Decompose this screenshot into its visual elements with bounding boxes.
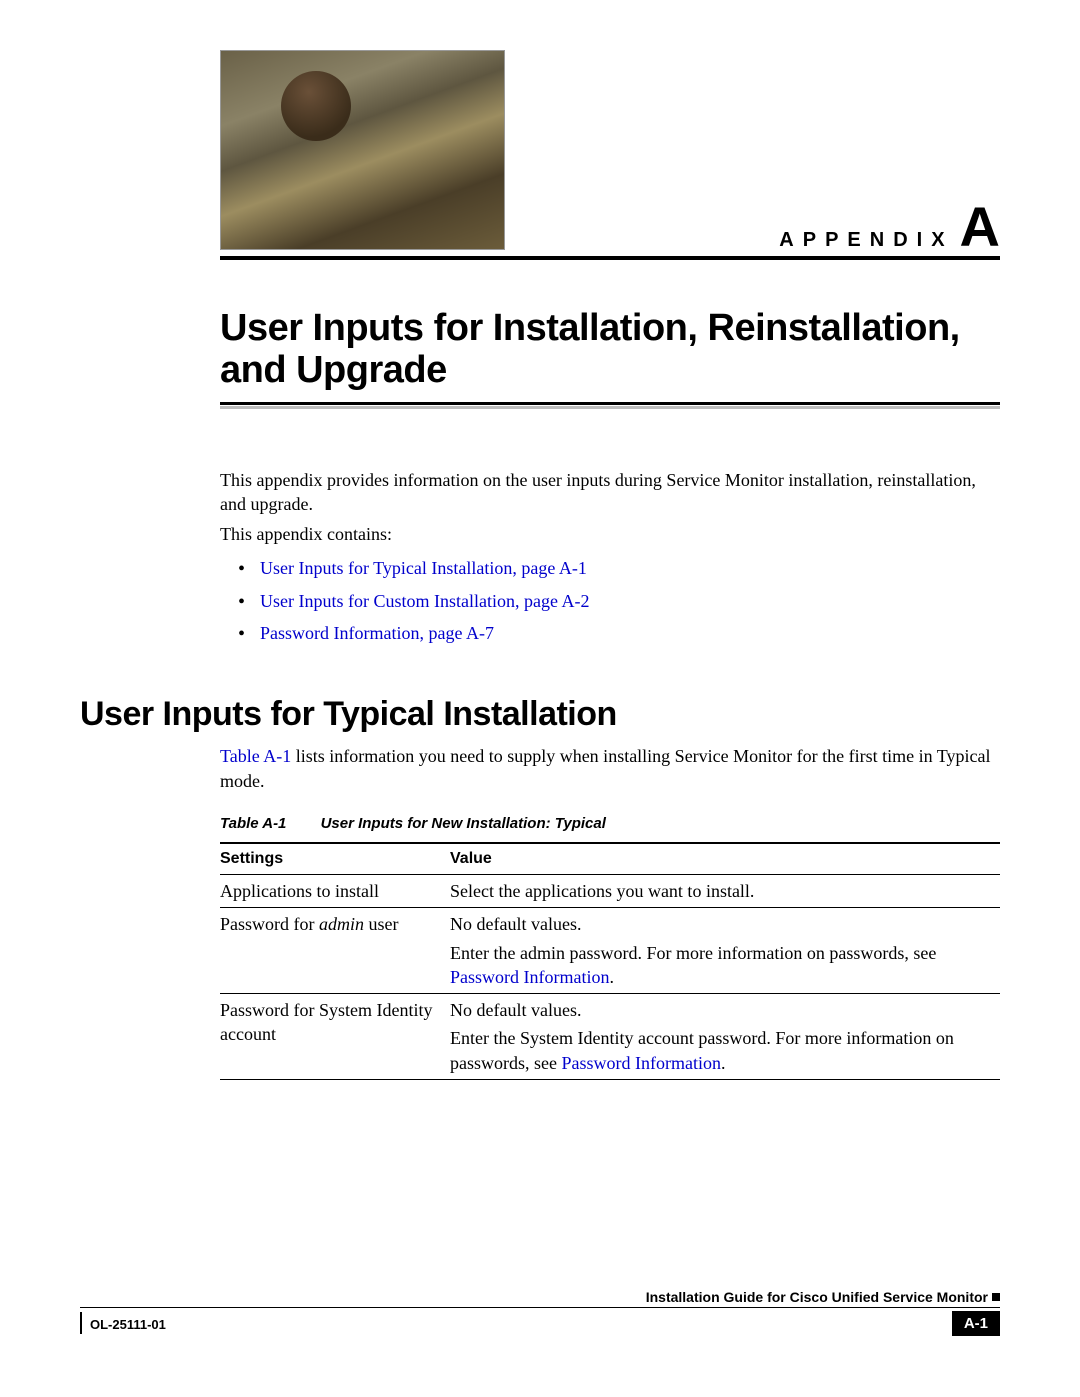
section-body: Table A-1 lists information you need to … [220, 744, 1000, 793]
table-row: Password for admin user No default value… [220, 908, 1000, 994]
cell-text: Password for [220, 914, 319, 934]
header-rule [220, 256, 1000, 260]
intro-paragraph-1: This appendix provides information on th… [220, 468, 1000, 517]
table-row: Password for System Identity account No … [220, 994, 1000, 1080]
table-caption-text: User Inputs for New Installation: Typica… [321, 815, 606, 832]
cell-line: No default values. [450, 998, 990, 1022]
cell-settings: Password for admin user [220, 908, 450, 994]
cell-text: . [721, 1053, 726, 1073]
cell-value: No default values. Enter the System Iden… [450, 994, 1000, 1080]
table-row: Applications to install Select the appli… [220, 874, 1000, 907]
footer-doc-number: OL-25111-01 [90, 1317, 166, 1332]
page-title: User Inputs for Installation, Reinstalla… [220, 308, 1000, 392]
footer-rule [80, 1307, 1000, 1308]
cell-text-italic: admin [319, 914, 364, 934]
cell-settings: Applications to install [220, 874, 450, 907]
cell-value: No default values. Enter the admin passw… [450, 908, 1000, 994]
toc-link-password[interactable]: Password Information, page A-7 [260, 623, 494, 643]
password-info-link[interactable]: Password Information [450, 967, 609, 987]
toc-link-typical[interactable]: User Inputs for Typical Installation, pa… [260, 558, 587, 578]
appendix-letter: A [960, 199, 1000, 255]
cell-line: Enter the admin password. For more infor… [450, 943, 936, 963]
password-info-link[interactable]: Password Information [561, 1053, 720, 1073]
appendix-hero-image [220, 50, 505, 250]
table-header-value: Value [450, 843, 1000, 875]
cell-settings: Password for System Identity account [220, 994, 450, 1080]
footer-guide-title: Installation Guide for Cisco Unified Ser… [646, 1289, 988, 1305]
table-number: Table A-1 [220, 815, 286, 832]
intro-paragraph-2: This appendix contains: [220, 522, 1000, 546]
appendix-label: APPENDIX [779, 229, 953, 252]
cell-value: Select the applications you want to inst… [450, 874, 1000, 907]
cell-text: . [609, 967, 614, 987]
table-caption: Table A-1 User Inputs for New Installati… [220, 815, 1000, 832]
section-heading: User Inputs for Typical Installation [80, 695, 1000, 734]
cell-text: user [364, 914, 399, 934]
footer-square-icon [992, 1293, 1000, 1301]
footer-tick-icon [80, 1312, 82, 1334]
section-body-text: lists information you need to supply whe… [220, 746, 991, 790]
cell-line: No default values. [450, 912, 990, 936]
footer-page-number: A-1 [952, 1311, 1000, 1336]
table-ref-link[interactable]: Table A-1 [220, 746, 291, 766]
table-header-settings: Settings [220, 843, 450, 875]
toc-link-custom[interactable]: User Inputs for Custom Installation, pag… [260, 591, 589, 611]
table-a1: Settings Value Applications to install S… [220, 842, 1000, 1080]
title-rule [220, 402, 1000, 410]
